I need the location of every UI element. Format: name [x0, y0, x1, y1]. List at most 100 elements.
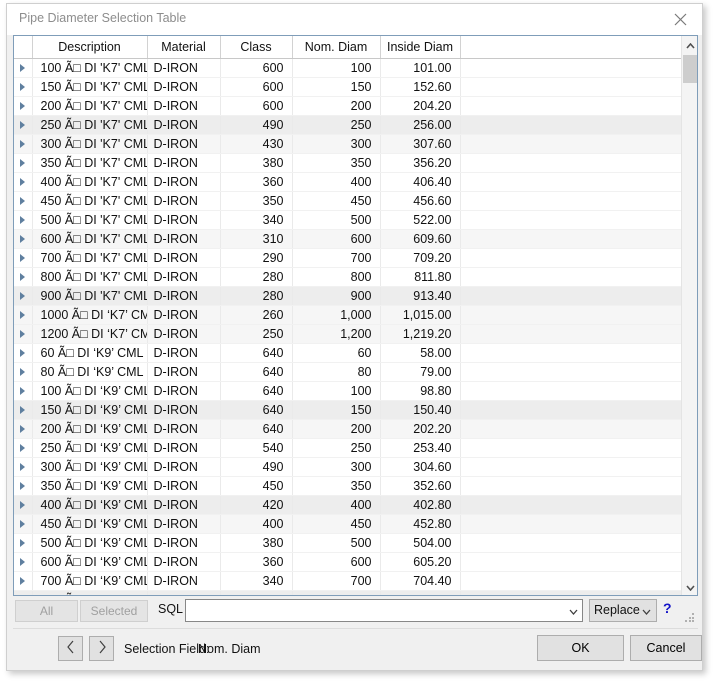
cell-nom-diam[interactable]: 700	[292, 571, 381, 591]
cell-description[interactable]: 100 Ã□ DI 'K7' CML	[32, 58, 148, 78]
row-selector[interactable]	[14, 571, 33, 591]
table-row[interactable]: 200 Ã□ DI 'K7' CML D-IRON 600 200 204.20	[14, 96, 683, 116]
cell-material[interactable]: D-IRON	[147, 191, 221, 211]
row-selector[interactable]	[14, 476, 33, 496]
cell-nom-diam[interactable]: 300	[292, 134, 381, 154]
cell-nom-diam[interactable]: 400	[292, 172, 381, 192]
cell-description[interactable]: 200 Ã□ DI 'K7' CML	[32, 96, 148, 116]
cell-description[interactable]: 250 Ã□ DI ‘K9’ CML	[32, 438, 148, 458]
cell-nom-diam[interactable]: 500	[292, 533, 381, 553]
cell-inside-diam[interactable]: 152.60	[380, 77, 461, 97]
cell-description[interactable]: 80 Ã□ DI ‘K9’ CML	[32, 362, 148, 382]
row-selector[interactable]	[14, 514, 33, 534]
cell-nom-diam[interactable]: 1,000	[292, 305, 381, 325]
table-row[interactable]: 250 Ã□ DI ‘K9’ CML D-IRON 540 250 253.40	[14, 438, 683, 458]
replace-dropdown-button[interactable]	[639, 600, 653, 621]
cell-description[interactable]: 600 Ã□ DI 'K7' CML	[32, 229, 148, 249]
cell-material[interactable]: D-IRON	[147, 514, 221, 534]
cell-inside-diam[interactable]: 356.20	[380, 153, 461, 173]
row-selector[interactable]	[14, 495, 33, 515]
row-selector[interactable]	[14, 248, 33, 268]
cell-description[interactable]: 900 Ã□ DI 'K7' CML	[32, 286, 148, 306]
row-selector[interactable]	[14, 229, 33, 249]
row-selector[interactable]	[14, 457, 33, 477]
cell-nom-diam[interactable]: 600	[292, 229, 381, 249]
cell-class[interactable]: 320	[220, 590, 293, 595]
cell-material[interactable]: D-IRON	[147, 324, 221, 344]
cell-material[interactable]: D-IRON	[147, 362, 221, 382]
table-row[interactable]: 400 Ã□ DI 'K7' CML D-IRON 360 400 406.40	[14, 172, 683, 192]
cell-description[interactable]: 800 Ã□ DI 'K7' CML	[32, 267, 148, 287]
row-selector[interactable]	[14, 96, 33, 116]
cell-inside-diam[interactable]: 101.00	[380, 58, 461, 78]
cell-class[interactable]: 490	[220, 115, 293, 135]
close-button[interactable]	[658, 4, 702, 34]
table-row[interactable]: 200 Ã□ DI ‘K9’ CML D-IRON 640 200 202.20	[14, 419, 683, 439]
cell-inside-diam[interactable]: 504.00	[380, 533, 461, 553]
cell-class[interactable]: 540	[220, 438, 293, 458]
row-selector[interactable]	[14, 77, 33, 97]
cell-material[interactable]: D-IRON	[147, 172, 221, 192]
cell-inside-diam[interactable]: 204.20	[380, 96, 461, 116]
vertical-scrollbar[interactable]	[681, 36, 697, 595]
scrollbar-thumb[interactable]	[683, 55, 697, 83]
resize-grip[interactable]	[685, 613, 695, 623]
row-selector[interactable]	[14, 343, 33, 363]
table-row[interactable]: 1000 Ã□ DI ‘K7’ CML D-IRON 260 1,000 1,015.0…	[14, 305, 683, 325]
row-selector[interactable]	[14, 438, 33, 458]
cell-material[interactable]: D-IRON	[147, 533, 221, 553]
cell-inside-diam[interactable]: 704.40	[380, 571, 461, 591]
row-selector[interactable]	[14, 381, 33, 401]
cell-material[interactable]: D-IRON	[147, 134, 221, 154]
column-header-description[interactable]: Description	[32, 36, 148, 59]
cell-class[interactable]: 290	[220, 248, 293, 268]
cell-class[interactable]: 250	[220, 324, 293, 344]
cell-class[interactable]: 280	[220, 286, 293, 306]
cell-inside-diam[interactable]: 304.60	[380, 457, 461, 477]
table-row[interactable]: 800 Ã□ DI 'K7' CML D-IRON 280 800 811.80	[14, 267, 683, 287]
cell-class[interactable]: 340	[220, 571, 293, 591]
cell-material[interactable]: D-IRON	[147, 248, 221, 268]
cell-description[interactable]: 60 Ã□ DI ‘K9’ CML	[32, 343, 148, 363]
cell-material[interactable]: D-IRON	[147, 210, 221, 230]
column-header-nom-diam[interactable]: Nom. Diam	[292, 36, 381, 59]
cell-nom-diam[interactable]: 900	[292, 286, 381, 306]
cell-inside-diam[interactable]: 58.00	[380, 343, 461, 363]
cell-nom-diam[interactable]: 350	[292, 153, 381, 173]
table-row[interactable]: 700 Ã□ DI 'K7' CML D-IRON 290 700 709.20	[14, 248, 683, 268]
row-selector[interactable]	[14, 172, 33, 192]
cell-nom-diam[interactable]: 60	[292, 343, 381, 363]
table-row[interactable]: 450 Ã□ DI 'K7' CML D-IRON 350 450 456.60	[14, 191, 683, 211]
row-selector[interactable]	[14, 552, 33, 572]
cell-description[interactable]: 300 Ã□ DI ‘K9’ CML	[32, 457, 148, 477]
cell-nom-diam[interactable]: 200	[292, 419, 381, 439]
cell-inside-diam[interactable]: 806.60	[380, 590, 461, 595]
cell-description[interactable]: 150 Ã□ DI 'K7' CML	[32, 77, 148, 97]
table-row[interactable]: 150 Ã□ DI ‘K9’ CML D-IRON 640 150 150.40	[14, 400, 683, 420]
row-selector[interactable]	[14, 305, 33, 325]
table-row[interactable]: 600 Ã□ DI ‘K9’ CML D-IRON 360 600 605.20	[14, 552, 683, 572]
cell-nom-diam[interactable]: 150	[292, 400, 381, 420]
cell-class[interactable]: 360	[220, 172, 293, 192]
table-row[interactable]: 500 Ã□ DI ‘K9’ CML D-IRON 380 500 504.00	[14, 533, 683, 553]
column-header-material[interactable]: Material	[147, 36, 221, 59]
cell-inside-diam[interactable]: 609.60	[380, 229, 461, 249]
data-grid[interactable]: Description Material Class Nom. Diam Ins…	[13, 35, 698, 596]
cell-inside-diam[interactable]: 202.20	[380, 419, 461, 439]
cell-material[interactable]: D-IRON	[147, 343, 221, 363]
cell-description[interactable]: 600 Ã□ DI ‘K9’ CML	[32, 552, 148, 572]
row-selector[interactable]	[14, 191, 33, 211]
scroll-up-button[interactable]	[682, 36, 697, 53]
help-button[interactable]: ?	[663, 600, 672, 616]
sql-input[interactable]	[186, 600, 565, 621]
row-selector[interactable]	[14, 286, 33, 306]
cell-inside-diam[interactable]: 402.80	[380, 495, 461, 515]
cell-inside-diam[interactable]: 811.80	[380, 267, 461, 287]
cell-class[interactable]: 640	[220, 362, 293, 382]
cell-class[interactable]: 380	[220, 533, 293, 553]
cell-nom-diam[interactable]: 200	[292, 96, 381, 116]
row-selector[interactable]	[14, 419, 33, 439]
row-selector[interactable]	[14, 362, 33, 382]
cell-material[interactable]: D-IRON	[147, 267, 221, 287]
cell-inside-diam[interactable]: 150.40	[380, 400, 461, 420]
